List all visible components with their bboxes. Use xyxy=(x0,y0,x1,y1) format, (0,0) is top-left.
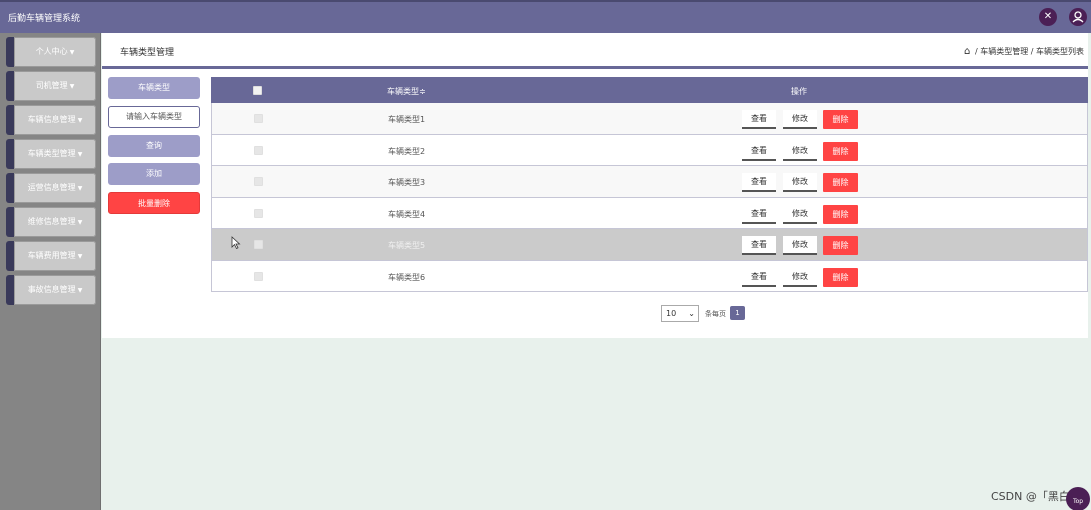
page-size-select[interactable]: 10 ⌄ xyxy=(661,305,699,322)
edit-button[interactable]: 修改 xyxy=(783,110,817,129)
top-bar: 后勤车辆管理系统 ✕ xyxy=(0,0,1091,33)
row-checkbox[interactable] xyxy=(254,208,263,218)
user-icon[interactable] xyxy=(1069,8,1087,26)
row-checkbox[interactable] xyxy=(254,271,263,281)
sidebar-item-label: 司机管理 xyxy=(35,81,68,90)
caret-down-icon: ▼ xyxy=(77,117,83,124)
watermark: CSDN @「黑白 xyxy=(991,490,1070,503)
delete-button[interactable]: 删除 xyxy=(823,236,858,255)
back-to-top-button[interactable]: Top xyxy=(1066,487,1090,510)
page-number-button[interactable]: 1 xyxy=(730,306,745,320)
data-table: 车辆类型≑ 操作 车辆类型1 查看 修改 删除 车辆类型2 查看 修改 删除 车… xyxy=(211,77,1088,292)
cell-vehicle-type: 车辆类型4 xyxy=(388,209,426,219)
breadcrumb: ⌂ / 车辆类型管理 / 车辆类型列表 xyxy=(964,46,1084,57)
sidebar-item-accident-info[interactable]: 事故信息管理 ▼ xyxy=(6,275,96,305)
delete-button[interactable]: 删除 xyxy=(823,173,858,192)
caret-down-icon: ▼ xyxy=(77,185,83,192)
sidebar: 个人中心 ▼ 司机管理 ▼ 车辆信息管理 ▼ 车辆类型管理 ▼ 运营信息管理 ▼ 维修信息… xyxy=(0,33,101,510)
sidebar-item-label: 车辆费用管理 xyxy=(27,251,76,260)
table-row: 车辆类型6 查看 修改 删除 xyxy=(211,260,1088,292)
edit-button[interactable]: 修改 xyxy=(783,141,817,161)
breadcrumb-item[interactable]: 车辆类型管理 xyxy=(980,47,1028,56)
view-button[interactable]: 查看 xyxy=(742,173,776,192)
sidebar-item-driver[interactable]: 司机管理 ▼ xyxy=(6,71,96,101)
sidebar-item-vehicle-info[interactable]: 车辆信息管理 ▼ xyxy=(6,105,96,135)
vehicle-type-input[interactable]: 请输入车辆类型 xyxy=(108,106,200,128)
sidebar-item-personal-center[interactable]: 个人中心 ▼ xyxy=(6,37,96,67)
caret-down-icon: ▼ xyxy=(77,219,83,226)
delete-button[interactable]: 删除 xyxy=(823,110,858,129)
main-panel: 车辆类型 请输入车辆类型 查询 添加 批量删除 车辆类型≑ 操作 车辆类型1 查… xyxy=(102,69,1088,338)
sidebar-item-vehicle-cost[interactable]: 车辆费用管理 ▼ xyxy=(6,241,96,271)
table-row: 车辆类型1 查看 修改 删除 xyxy=(211,103,1088,135)
breadcrumb-item: 车辆类型列表 xyxy=(1036,47,1084,56)
row-checkbox[interactable] xyxy=(254,114,263,123)
per-page-label: 条每页 xyxy=(705,310,726,318)
table-row: 车辆类型4 查看 修改 删除 xyxy=(211,197,1088,229)
breadcrumb-separator: / xyxy=(1030,47,1034,56)
content-header: 车辆类型管理 ⌂ / 车辆类型管理 / 车辆类型列表 xyxy=(102,33,1088,69)
row-checkbox[interactable] xyxy=(254,240,263,249)
query-button[interactable]: 查询 xyxy=(108,135,200,157)
cell-vehicle-type: 车辆类型1 xyxy=(388,115,426,124)
caret-down-icon: ▼ xyxy=(77,253,83,260)
row-checkbox[interactable] xyxy=(254,177,263,186)
cell-vehicle-type: 车辆类型6 xyxy=(388,272,426,282)
settings-cross-icon[interactable]: ✕ xyxy=(1039,8,1057,26)
sidebar-item-label: 维修信息管理 xyxy=(27,217,76,226)
edit-button[interactable]: 修改 xyxy=(783,267,817,287)
cell-vehicle-type: 车辆类型3 xyxy=(388,178,426,187)
sidebar-item-operation-info[interactable]: 运营信息管理 ▼ xyxy=(6,173,96,203)
select-all-checkbox[interactable] xyxy=(253,86,262,95)
table-header: 车辆类型≑ 操作 xyxy=(211,77,1088,103)
edit-button[interactable]: 修改 xyxy=(783,204,817,224)
view-button[interactable]: 查看 xyxy=(742,236,776,255)
batch-delete-button[interactable]: 批量删除 xyxy=(108,192,200,214)
add-button[interactable]: 添加 xyxy=(108,163,200,185)
table-row: 车辆类型2 查看 修改 删除 xyxy=(211,134,1088,166)
delete-button[interactable]: 删除 xyxy=(823,141,858,161)
caret-down-icon: ▼ xyxy=(69,83,75,90)
field-label: 车辆类型 xyxy=(108,77,200,99)
sidebar-item-label: 运营信息管理 xyxy=(27,183,76,192)
home-icon[interactable]: ⌂ xyxy=(964,46,970,57)
back-to-top-label: Top xyxy=(1072,498,1084,505)
edit-button[interactable]: 修改 xyxy=(783,236,817,255)
view-button[interactable]: 查看 xyxy=(742,141,776,161)
caret-down-icon: ▼ xyxy=(77,151,83,158)
table-row: 车辆类型3 查看 修改 删除 xyxy=(211,166,1088,198)
app-title: 后勤车辆管理系统 xyxy=(8,14,81,24)
sidebar-item-repair-info[interactable]: 维修信息管理 ▼ xyxy=(6,207,96,237)
sidebar-item-label: 车辆信息管理 xyxy=(27,115,76,124)
sidebar-item-label: 车辆类型管理 xyxy=(27,149,76,158)
page-title: 车辆类型管理 xyxy=(120,48,175,58)
edit-button[interactable]: 修改 xyxy=(783,173,817,192)
cell-vehicle-type: 车辆类型2 xyxy=(388,146,426,156)
sidebar-item-label: 事故信息管理 xyxy=(27,285,76,294)
page-size-value: 10 xyxy=(666,309,677,318)
sidebar-item-vehicle-type[interactable]: 车辆类型管理 ▼ xyxy=(6,139,96,169)
column-header-actions: 操作 xyxy=(791,87,807,96)
caret-down-icon: ▼ xyxy=(69,49,75,56)
breadcrumb-separator: / xyxy=(974,47,978,56)
column-header-type[interactable]: 车辆类型≑ xyxy=(387,86,426,97)
delete-button[interactable]: 删除 xyxy=(823,267,858,287)
view-button[interactable]: 查看 xyxy=(742,267,776,287)
view-button[interactable]: 查看 xyxy=(742,110,776,129)
view-button[interactable]: 查看 xyxy=(742,204,776,224)
delete-button[interactable]: 删除 xyxy=(823,204,858,224)
sidebar-item-label: 个人中心 xyxy=(35,47,68,56)
table-row-hovered: 车辆类型5 查看 修改 删除 xyxy=(211,229,1088,261)
row-checkbox[interactable] xyxy=(254,145,263,155)
chevron-down-icon: ⌄ xyxy=(688,309,695,318)
cell-vehicle-type: 车辆类型5 xyxy=(388,241,426,250)
caret-down-icon: ▼ xyxy=(77,287,83,294)
